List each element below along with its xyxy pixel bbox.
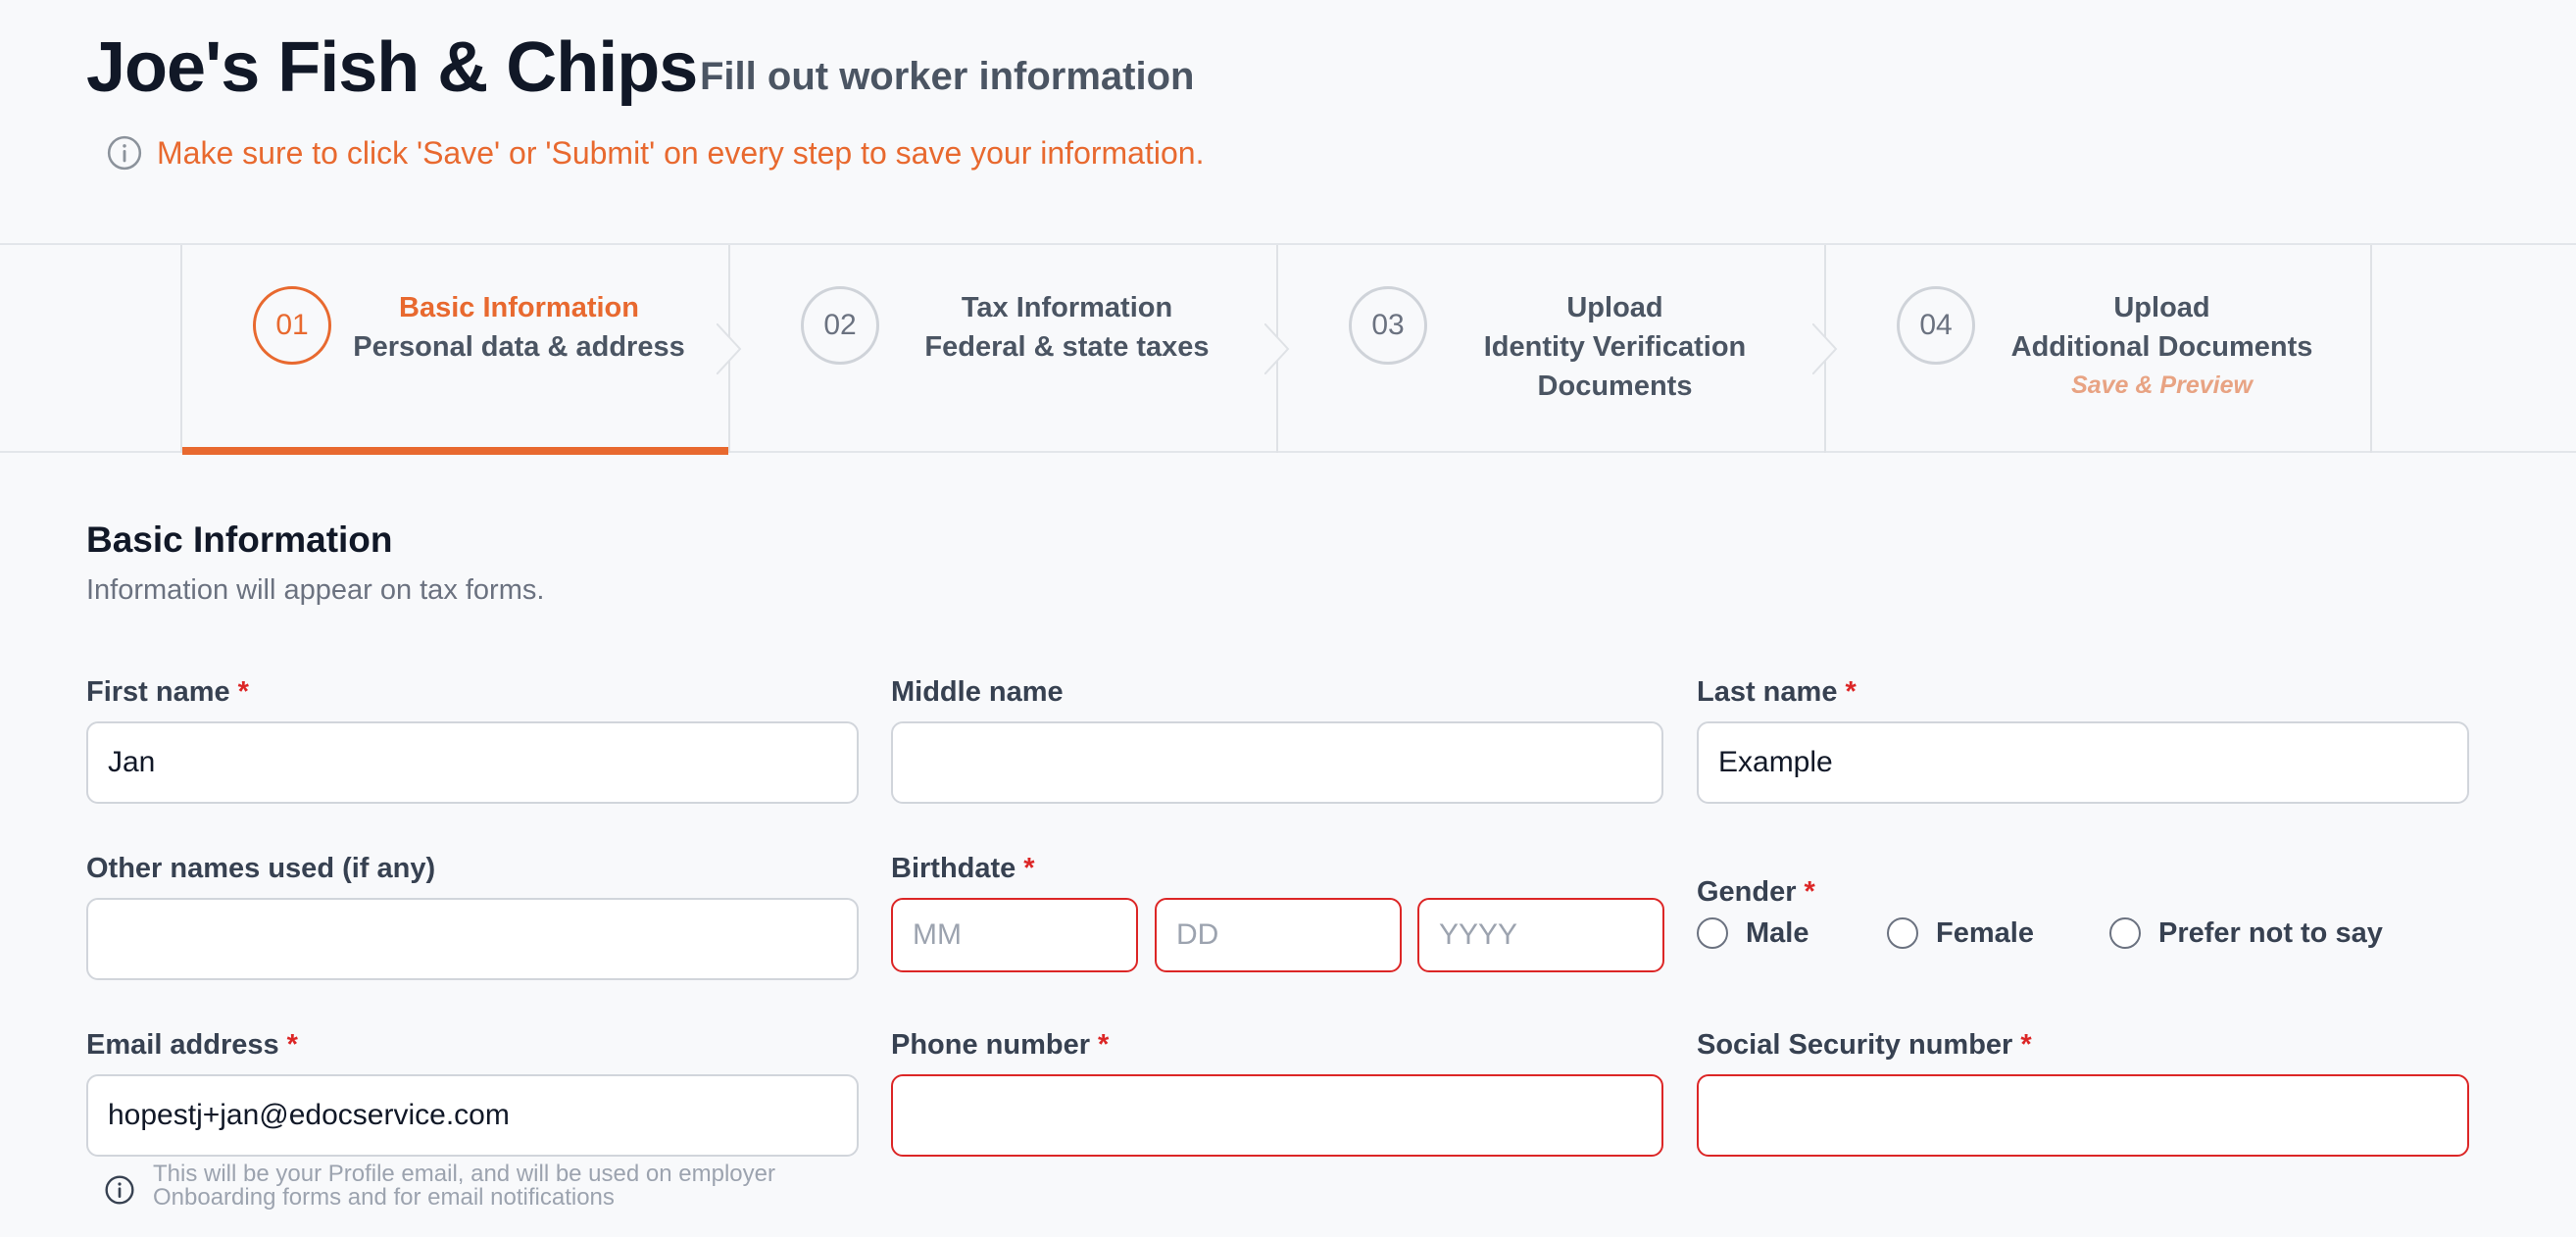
step-subtitle: Personal data & address xyxy=(353,331,685,363)
input-value: hopestj+jan@edocservice.com xyxy=(108,1099,510,1131)
gender-label: Gender * xyxy=(1697,876,1815,909)
last-name-input[interactable]: Example xyxy=(1697,721,2469,804)
gender-option-female[interactable]: Female xyxy=(1887,914,2034,953)
radio-label: Female xyxy=(1936,916,2034,949)
required-mark: * xyxy=(286,1029,298,1061)
step-note: Save & Preview xyxy=(2071,371,2253,399)
step-number: 01 xyxy=(253,286,331,365)
required-mark: * xyxy=(1098,1029,1110,1061)
label-text: First name xyxy=(86,676,230,708)
middle-name-label: Middle name xyxy=(891,676,1064,709)
info-icon xyxy=(107,135,142,171)
phone-label: Phone number * xyxy=(891,1029,1109,1062)
other-names-input[interactable] xyxy=(86,898,859,980)
placeholder: MM xyxy=(913,918,962,951)
radio-button[interactable] xyxy=(1887,917,1918,949)
active-step-indicator xyxy=(182,447,728,455)
step-basic-information[interactable]: 01 Basic Information Personal data & add… xyxy=(180,245,742,455)
last-name-label: Last name * xyxy=(1697,676,1857,709)
input-value: Jan xyxy=(108,746,156,778)
chevron-right-icon xyxy=(1812,323,1838,374)
label-text: Gender xyxy=(1697,876,1797,908)
page-header: Joe's Fish & Chips Fill out worker infor… xyxy=(0,0,2576,243)
radio-label: Male xyxy=(1746,916,1809,949)
input-value: Example xyxy=(1718,746,1833,778)
step-title: Basic Information xyxy=(399,292,639,323)
phone-input[interactable] xyxy=(891,1074,1663,1157)
placeholder: DD xyxy=(1176,918,1219,951)
step-title: Tax Information xyxy=(961,292,1173,323)
label-text: Phone number xyxy=(891,1029,1091,1061)
label-text: Social Security number xyxy=(1697,1029,2013,1061)
birth-month-input[interactable]: MM xyxy=(891,898,1138,972)
birthdate-label: Birthdate * xyxy=(891,853,1035,885)
save-notice: Make sure to click 'Save' or 'Submit' on… xyxy=(106,131,1204,174)
gender-option-prefer-not[interactable]: Prefer not to say xyxy=(2109,914,2383,953)
step-subtitle: Additional Documents xyxy=(2010,331,2313,363)
chevron-right-icon xyxy=(1264,323,1290,374)
birth-day-input[interactable]: DD xyxy=(1155,898,1402,972)
label-text: Email address xyxy=(86,1029,279,1061)
label-text: Middle name xyxy=(891,676,1064,708)
steps-nav: 01 Basic Information Personal data & add… xyxy=(0,243,2576,455)
radio-button[interactable] xyxy=(2109,917,2141,949)
email-label: Email address * xyxy=(86,1029,298,1062)
step-title: Upload xyxy=(2113,292,2210,323)
radio-label: Prefer not to say xyxy=(2158,916,2383,949)
step-identity-documents[interactable]: 03 Upload Identity Verification Document… xyxy=(1276,245,1838,453)
step-number: 04 xyxy=(1897,286,1975,365)
required-mark: * xyxy=(237,676,249,708)
label-text: Last name xyxy=(1697,676,1838,708)
chevron-right-icon xyxy=(717,323,742,374)
step-number: 03 xyxy=(1349,286,1427,365)
other-names-label: Other names used (if any) xyxy=(86,853,435,885)
company-name: Joe's Fish & Chips xyxy=(86,28,698,107)
step-subtitle-line2: Documents xyxy=(1537,371,1693,402)
required-mark: * xyxy=(1023,853,1035,884)
gender-option-male[interactable]: Male xyxy=(1697,914,1808,953)
step-subtitle: Federal & state taxes xyxy=(924,331,1210,363)
notice-text: Make sure to click 'Save' or 'Submit' on… xyxy=(157,134,1205,171)
section-description: Information will appear on tax forms. xyxy=(86,574,545,606)
label-text: Birthdate xyxy=(891,853,1016,884)
step-tax-information[interactable]: 02 Tax Information Federal & state taxes xyxy=(728,245,1290,453)
email-help: This will be your Profile email, and wil… xyxy=(104,1163,878,1210)
middle-name-input[interactable] xyxy=(891,721,1663,804)
first-name-input[interactable]: Jan xyxy=(86,721,859,804)
birth-year-input[interactable]: YYYY xyxy=(1417,898,1664,972)
required-mark: * xyxy=(1845,676,1857,708)
first-name-label: First name * xyxy=(86,676,249,709)
required-mark: * xyxy=(1804,876,1815,908)
ssn-label: Social Security number * xyxy=(1697,1029,2032,1062)
info-icon xyxy=(105,1175,134,1205)
help-text: This will be your Profile email, and wil… xyxy=(153,1161,775,1211)
placeholder: YYYY xyxy=(1439,918,1518,951)
label-text: Other names used (if any) xyxy=(86,853,436,884)
step-subtitle: Identity Verification xyxy=(1483,331,1747,363)
step-additional-documents[interactable]: 04 Upload Additional Documents Save & Pr… xyxy=(1824,245,2372,453)
page-subtitle: Fill out worker information xyxy=(700,55,1195,98)
radio-button[interactable] xyxy=(1697,917,1728,949)
required-mark: * xyxy=(2020,1029,2032,1061)
email-input[interactable]: hopestj+jan@edocservice.com xyxy=(86,1074,859,1157)
section-title: Basic Information xyxy=(86,520,393,560)
step-title: Upload xyxy=(1566,292,1663,323)
step-number: 02 xyxy=(801,286,879,365)
ssn-input[interactable] xyxy=(1697,1074,2469,1157)
